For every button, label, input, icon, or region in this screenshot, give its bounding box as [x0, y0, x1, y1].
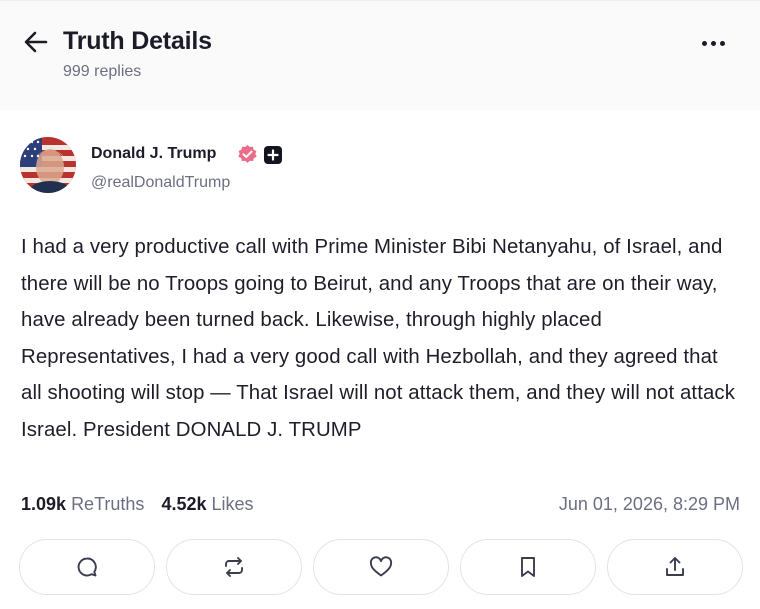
share-icon — [666, 557, 684, 576]
back-button[interactable] — [22, 29, 50, 55]
action-bar — [19, 539, 743, 595]
share-button[interactable] — [607, 539, 743, 595]
avatar-image — [20, 137, 76, 193]
reply-count: 999 replies — [63, 63, 142, 80]
likes-count: 4.52k — [161, 494, 207, 514]
comment-icon — [77, 557, 97, 577]
retruths-count: 1.09k — [21, 494, 67, 514]
reply-button[interactable] — [19, 539, 155, 595]
arrow-left-icon — [24, 31, 48, 53]
post-timestamp: Jun 01, 2026, 8:29 PM — [558, 494, 740, 514]
like-button[interactable] — [313, 539, 449, 595]
bookmark-button[interactable] — [460, 539, 596, 595]
likes-label: Likes — [211, 494, 254, 514]
likes-stat[interactable]: 4.52k Likes — [161, 494, 253, 514]
retruths-stat[interactable]: 1.09k ReTruths — [21, 494, 144, 514]
heart-icon — [369, 556, 393, 577]
repost-icon — [225, 557, 243, 577]
verified-badge-icon — [238, 144, 257, 163]
post-text: I had a very productive call with Prime … — [21, 236, 735, 441]
plus-badge-icon — [264, 146, 282, 164]
more-options-button[interactable] — [696, 31, 730, 55]
header-bar: Truth Details 999 replies — [0, 0, 760, 110]
post-stats: 1.09k ReTruths 4.52k Likes — [21, 494, 254, 515]
avatar[interactable] — [20, 137, 76, 193]
author-name[interactable]: Donald J. Trump — [91, 145, 216, 163]
author-handle[interactable]: @realDonaldTrump — [91, 174, 230, 192]
retruth-button[interactable] — [166, 539, 302, 595]
more-horizontal-icon — [701, 40, 707, 46]
page-title: Truth Details — [63, 27, 212, 55]
bookmark-icon — [521, 557, 535, 577]
retruths-label: ReTruths — [71, 494, 145, 514]
